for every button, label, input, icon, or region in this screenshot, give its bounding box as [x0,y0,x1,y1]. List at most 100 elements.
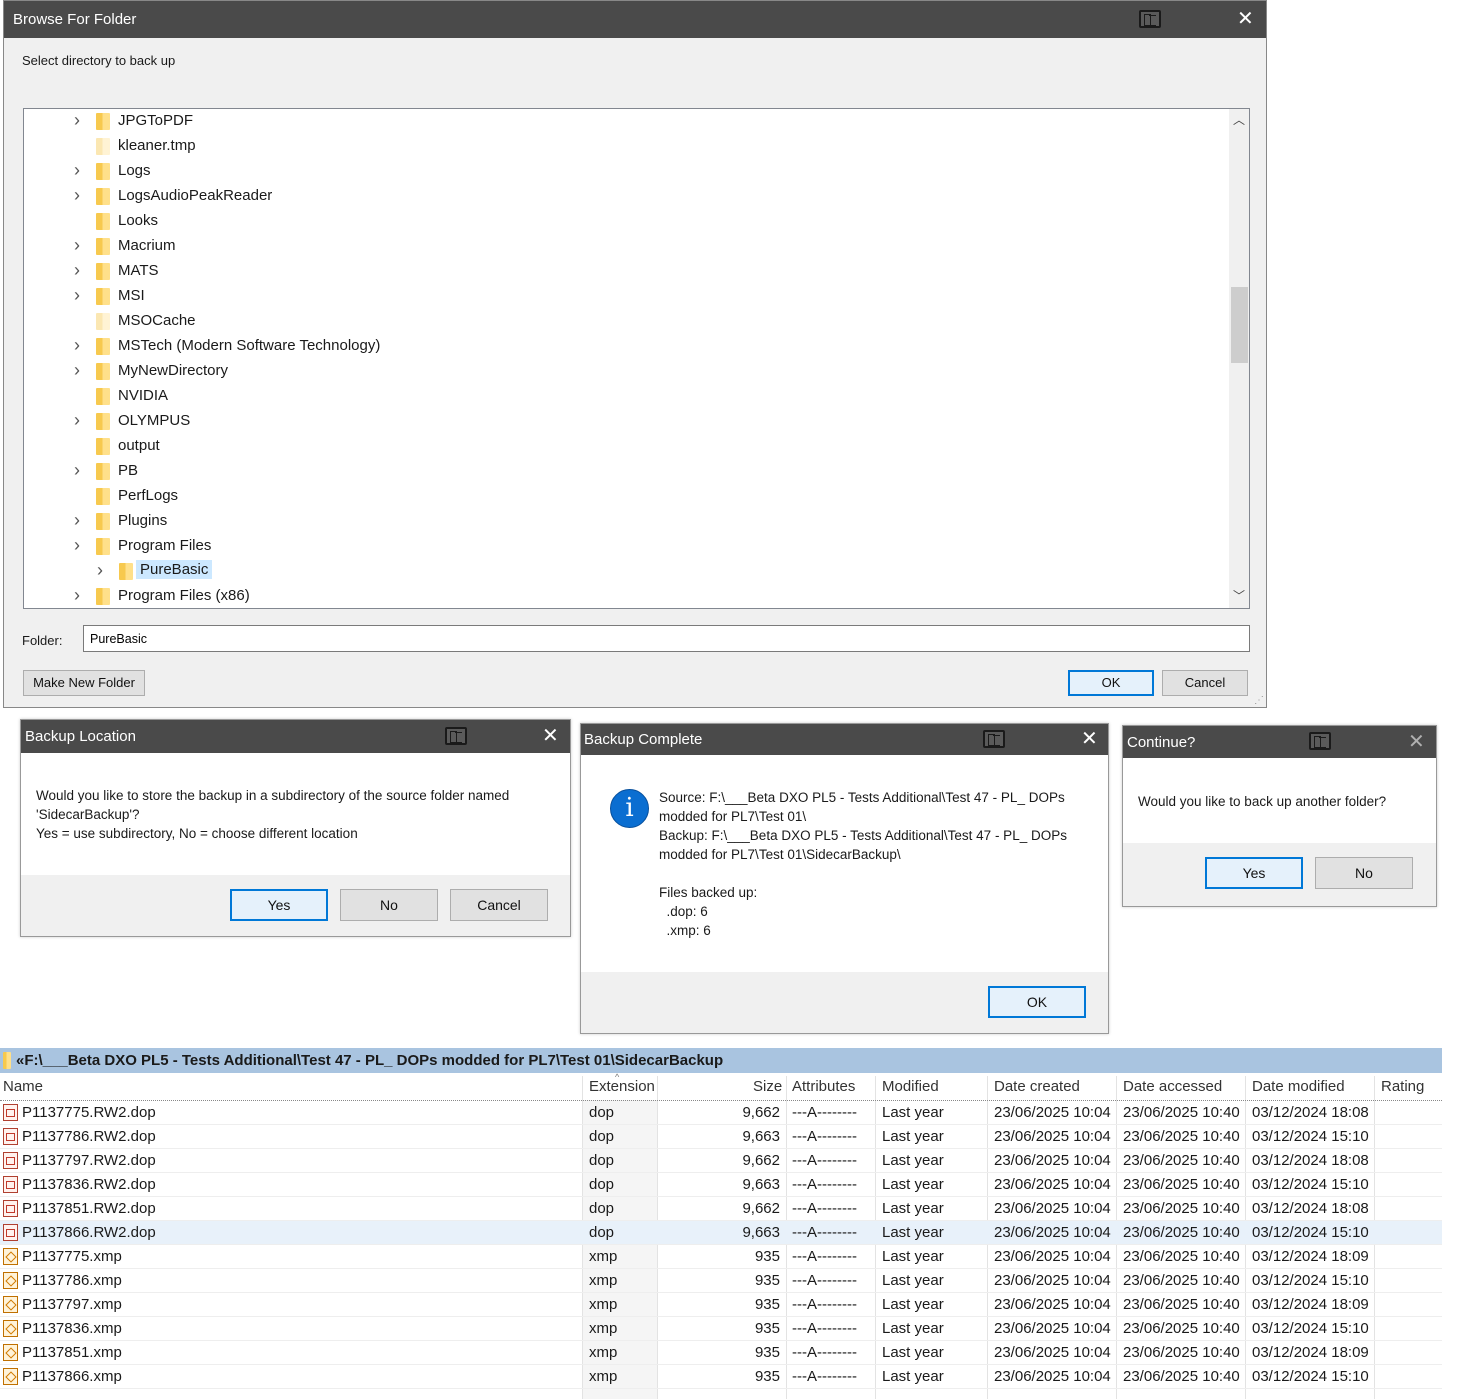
col-header-modified[interactable]: Modified [882,1078,939,1095]
tree-item[interactable]: › MSTech (Modern Software Technology) [24,334,1224,359]
tree-item[interactable]: › PB [24,459,1224,484]
tree-scrollbar[interactable]: ︿ ﹀ [1229,109,1249,608]
cancel-button[interactable]: Cancel [1162,670,1248,696]
folder-input[interactable] [83,625,1250,652]
tree-item[interactable]: › PureBasic [24,559,1224,584]
backup-location-title-bar[interactable]: Backup Location ✕ [21,720,570,753]
expand-chevron-icon[interactable]: › [74,361,84,379]
expand-chevron-icon[interactable]: › [74,511,84,529]
no-button[interactable]: No [340,889,438,921]
pin-icon[interactable] [1309,732,1331,750]
expand-chevron-icon[interactable]: › [74,261,84,279]
file-date-accessed: 23/06/2025 10:40 [1123,1200,1240,1217]
browse-title-bar[interactable]: Browse For Folder ✕ [4,1,1266,38]
col-header-date-accessed[interactable]: Date accessed [1123,1078,1222,1095]
col-header-rating[interactable]: Rating [1381,1078,1424,1095]
close-icon[interactable]: ✕ [1237,9,1254,29]
tree-item[interactable]: NVIDIA [24,384,1224,409]
tree-item[interactable]: › Program Files [24,534,1224,559]
xmp-file-icon [3,1248,18,1265]
pin-icon[interactable] [445,727,467,745]
folder-tree[interactable]: › JPGToPDF kleaner.tmp › Logs › LogsAudioPeakR… [23,108,1250,609]
file-row[interactable]: P1137866.xmp xmp 935 ---A-------- Last year 2… [0,1365,1442,1389]
expand-chevron-icon[interactable]: › [74,536,84,554]
expand-chevron-icon[interactable]: › [97,561,107,579]
tree-item[interactable]: › Program Files (x86) [24,584,1224,608]
close-icon[interactable]: ✕ [542,726,559,746]
file-attributes: ---A-------- [792,1272,857,1289]
file-row[interactable]: P1137866.RW2.dop dop 9,663 ---A-------- Last… [0,1221,1442,1245]
continue-message: Would you like to back up another folder… [1138,794,1387,809]
file-row[interactable]: P1137775.xmp xmp 935 ---A-------- Last year 2… [0,1245,1442,1269]
cancel-button[interactable]: Cancel [450,889,548,921]
tree-item[interactable]: › Logs [24,159,1224,184]
yes-button[interactable]: Yes [1205,857,1303,889]
tree-item[interactable]: Looks [24,209,1224,234]
tree-item[interactable]: › MSI [24,284,1224,309]
tree-item[interactable]: › MATS [24,259,1224,284]
tree-item[interactable]: MSOCache [24,309,1224,334]
file-modified: Last year [882,1344,944,1361]
file-row[interactable]: P1137786.RW2.dop dop 9,663 ---A-------- Last… [0,1125,1442,1149]
backup-complete-title-bar[interactable]: Backup Complete ✕ [581,724,1108,755]
tree-item-label: LogsAudioPeakReader [118,187,273,204]
expand-chevron-icon[interactable]: › [74,411,84,429]
col-header-date-created[interactable]: Date created [994,1078,1080,1095]
tree-item[interactable]: › MyNewDirectory [24,359,1224,384]
scrollbar-thumb[interactable] [1231,287,1248,363]
path-bar[interactable]: «F:\___Beta DXO PL5 - Tests Additional\T… [0,1048,1442,1073]
file-extension: xmp [589,1344,618,1361]
tree-item[interactable]: › Macrium [24,234,1224,259]
backup-location-message: Would you like to store the backup in a … [36,788,510,841]
pin-icon[interactable] [1139,10,1161,28]
xmp-file-icon [3,1296,18,1313]
expand-chevron-icon[interactable]: › [74,236,84,254]
file-row[interactable]: P1137836.RW2.dop dop 9,663 ---A-------- Last… [0,1173,1442,1197]
col-header-name[interactable]: Name [3,1078,43,1095]
close-icon[interactable]: ✕ [1081,729,1098,749]
tree-item[interactable]: output [24,434,1224,459]
resize-grip-icon[interactable]: ⋰ [1254,695,1264,706]
col-header-extension[interactable]: Extension [589,1078,655,1095]
col-header-date-modified[interactable]: Date modified [1252,1078,1345,1095]
expand-chevron-icon[interactable]: › [74,586,84,604]
tree-item[interactable]: › JPGToPDF [24,109,1224,134]
file-modified: Last year [882,1200,944,1217]
file-size: 935 [754,1248,780,1265]
pin-icon[interactable] [983,730,1005,748]
file-row[interactable]: P1137797.xmp xmp 935 ---A-------- Last year 2… [0,1293,1442,1317]
file-row[interactable]: P1137851.RW2.dop dop 9,662 ---A-------- Last… [0,1197,1442,1221]
ok-button[interactable]: OK [1068,670,1154,696]
tree-item[interactable]: kleaner.tmp [24,134,1224,159]
file-row[interactable]: P1137775.RW2.dop dop 9,662 ---A-------- Last… [0,1101,1442,1125]
continue-title-bar[interactable]: Continue? ✕ [1123,726,1436,758]
file-row[interactable]: P1137851.xmp xmp 935 ---A-------- Last year 2… [0,1341,1442,1365]
yes-button[interactable]: Yes [230,889,328,921]
file-row[interactable]: P1137786.xmp xmp 935 ---A-------- Last year 2… [0,1269,1442,1293]
file-size: 935 [754,1368,780,1385]
file-date-accessed: 23/06/2025 10:40 [1123,1104,1240,1121]
close-icon[interactable]: ✕ [1408,732,1425,752]
no-button[interactable]: No [1315,857,1413,889]
file-row[interactable]: P1137797.RW2.dop dop 9,662 ---A-------- Last… [0,1149,1442,1173]
expand-chevron-icon[interactable]: › [74,286,84,304]
tree-item[interactable]: › Plugins [24,509,1224,534]
tree-item[interactable]: PerfLogs [24,484,1224,509]
col-header-size[interactable]: Size [753,1078,782,1095]
file-date-accessed: 23/06/2025 10:40 [1123,1128,1240,1145]
expand-chevron-icon[interactable]: › [74,111,84,129]
expand-chevron-icon[interactable]: › [74,461,84,479]
scroll-up-icon[interactable]: ︿ [1233,111,1245,128]
tree-item[interactable]: › OLYMPUS [24,409,1224,434]
ok-button[interactable]: OK [988,986,1086,1018]
file-name: P1137797.RW2.dop [22,1152,156,1169]
scroll-down-icon[interactable]: ﹀ [1233,587,1245,604]
folder-icon [96,463,110,480]
expand-chevron-icon[interactable]: › [74,186,84,204]
expand-chevron-icon[interactable]: › [74,336,84,354]
expand-chevron-icon[interactable]: › [74,161,84,179]
file-row[interactable]: P1137836.xmp xmp 935 ---A-------- Last year 2… [0,1317,1442,1341]
tree-item[interactable]: › LogsAudioPeakReader [24,184,1224,209]
col-header-attributes[interactable]: Attributes [792,1078,855,1095]
make-new-folder-button[interactable]: Make New Folder [23,670,145,696]
